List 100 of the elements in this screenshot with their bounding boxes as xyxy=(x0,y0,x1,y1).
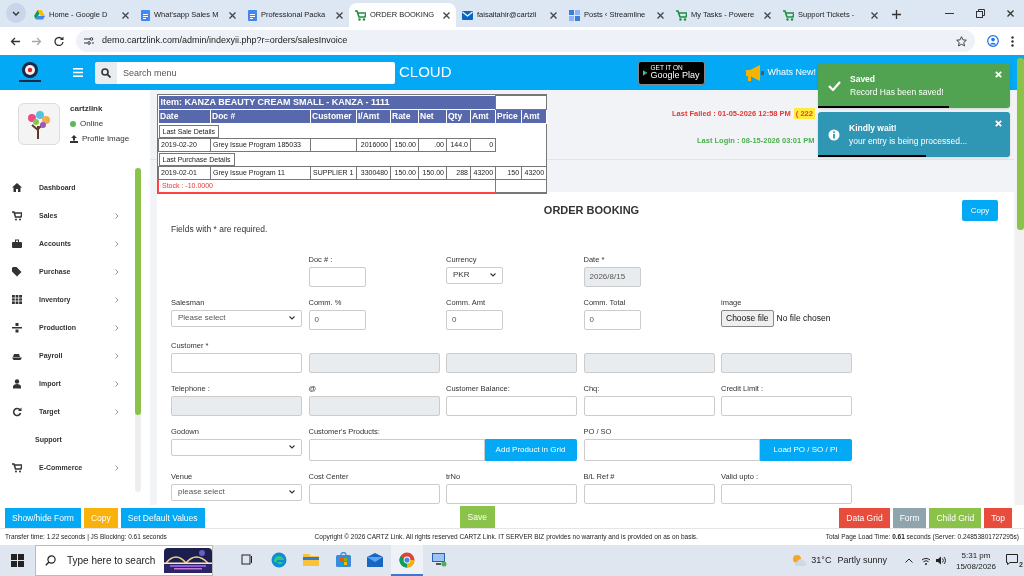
status-text: Online xyxy=(80,118,104,130)
input-field[interactable]: 0 xyxy=(583,309,641,330)
user-icon xyxy=(12,379,22,389)
check-icon xyxy=(828,80,841,91)
dropdown[interactable]: Please select xyxy=(171,309,302,327)
cart-icon xyxy=(676,9,687,21)
file-status: No file chosen xyxy=(776,311,831,325)
toast-title: Saved xyxy=(850,72,877,86)
close-icon[interactable] xyxy=(657,11,664,19)
store-icon[interactable] xyxy=(335,552,351,567)
input-field[interactable] xyxy=(583,395,715,416)
close-icon[interactable] xyxy=(764,11,771,19)
item-title: Item: KANZA BEAUTY CREAM SMALL - KANZA - 1111 xyxy=(158,95,496,110)
document-icon xyxy=(248,9,257,21)
weather-text[interactable]: Partly sunny xyxy=(837,553,887,568)
volume-icon[interactable] xyxy=(935,556,946,565)
input-field[interactable] xyxy=(171,352,302,373)
scrollbar-thumb[interactable] xyxy=(135,168,141,415)
chevron-icon xyxy=(115,409,119,415)
close-icon[interactable] xyxy=(550,11,557,19)
input-field[interactable] xyxy=(583,483,715,504)
folder-icon[interactable] xyxy=(303,553,319,566)
user-name: cartzlink xyxy=(70,103,104,115)
clock[interactable]: 5:31 pm 15/08/2026 xyxy=(955,549,996,572)
grid-icon xyxy=(12,295,22,305)
star-icon[interactable] xyxy=(956,35,967,47)
sitemap-icon xyxy=(12,323,22,333)
dropdown[interactable]: please select xyxy=(171,483,302,501)
search-field[interactable]: Search menu xyxy=(117,61,395,84)
scrollbar-thumb[interactable] xyxy=(1017,58,1024,230)
temperature-text[interactable]: 31°C xyxy=(811,553,832,568)
choose-file-button[interactable]: Choose file xyxy=(721,309,774,327)
tab-list-button[interactable] xyxy=(6,3,26,23)
input-field[interactable] xyxy=(308,438,485,461)
column-header: Customer xyxy=(310,109,357,124)
search-icon xyxy=(101,67,111,78)
input-field[interactable] xyxy=(446,395,577,416)
input-field[interactable]: 0 xyxy=(308,309,366,330)
toolbar-button[interactable]: Top xyxy=(984,508,1012,528)
close-icon[interactable] xyxy=(443,11,450,19)
close-icon[interactable] xyxy=(336,11,343,19)
input-field[interactable] xyxy=(308,266,366,287)
search-button[interactable] xyxy=(95,61,117,84)
more-icon[interactable] xyxy=(1011,35,1014,47)
chevron-icon xyxy=(115,213,119,219)
restore-icon[interactable] xyxy=(976,9,985,18)
edge-icon[interactable] xyxy=(271,551,287,568)
input-field[interactable] xyxy=(721,483,852,504)
close-icon[interactable] xyxy=(229,11,236,19)
forward-icon[interactable] xyxy=(32,36,42,46)
upload-icon xyxy=(70,135,78,143)
required-note: Fields with * are required. xyxy=(171,223,269,236)
chrome-icon[interactable] xyxy=(399,551,415,568)
chevron-icon xyxy=(115,353,119,359)
windows-start-icon[interactable] xyxy=(11,554,24,567)
profile-icon[interactable] xyxy=(987,35,999,47)
mail-icon[interactable] xyxy=(367,552,383,567)
close-icon[interactable] xyxy=(122,11,129,19)
column-header: Net xyxy=(418,109,447,124)
cart-icon xyxy=(12,211,22,221)
taskbar-search-field[interactable]: Type here to search xyxy=(35,545,213,576)
column-header: Rate xyxy=(390,109,419,124)
refresh-icon xyxy=(12,407,22,417)
toast-message: Record Has been saved! xyxy=(850,85,944,99)
monitor-icon[interactable] xyxy=(431,552,447,567)
back-icon[interactable] xyxy=(10,36,20,46)
date-field: 2026/8/15 xyxy=(583,266,641,287)
input-field[interactable] xyxy=(721,395,852,416)
input-field[interactable] xyxy=(308,483,440,504)
site-icon xyxy=(569,9,580,21)
search-icon xyxy=(45,555,56,566)
reload-icon[interactable] xyxy=(54,36,64,46)
input-field[interactable] xyxy=(583,438,760,461)
address-field[interactable]: demo.cartzlink.com/admin/indexyii.php?r=orders/salesInvoice xyxy=(76,30,975,52)
input-field[interactable] xyxy=(446,483,577,504)
task-view-icon[interactable] xyxy=(241,554,253,565)
avatar-tree-drawing[interactable] xyxy=(18,103,60,145)
close-icon[interactable] xyxy=(871,11,878,19)
caret-icon xyxy=(289,445,295,450)
caret-icon xyxy=(289,490,295,495)
dropdown[interactable]: PKR xyxy=(446,266,503,284)
wifi-icon[interactable] xyxy=(920,556,931,565)
caret-icon xyxy=(490,273,496,278)
close-icon[interactable] xyxy=(1007,10,1014,17)
column-header: Qty xyxy=(446,109,471,124)
column-header: I/Amt xyxy=(356,109,391,124)
home-icon xyxy=(12,183,22,193)
input-field[interactable]: 0 xyxy=(446,309,503,330)
menu-icon[interactable] xyxy=(73,68,83,77)
toolbar-button[interactable]: Data Grid xyxy=(839,508,890,528)
megaphone-icon[interactable] xyxy=(743,63,764,82)
chevron-icon xyxy=(115,297,119,303)
mail-icon xyxy=(462,10,473,20)
profile-image-link[interactable]: Profile Image xyxy=(82,133,130,145)
tag-icon xyxy=(12,267,22,277)
new-tab-icon[interactable] xyxy=(892,10,901,19)
site-settings-icon[interactable] xyxy=(84,37,94,45)
chevron-up-icon[interactable] xyxy=(904,558,913,563)
notification-icon xyxy=(1006,553,1018,565)
toast-title: Kindly wait! xyxy=(849,121,898,135)
